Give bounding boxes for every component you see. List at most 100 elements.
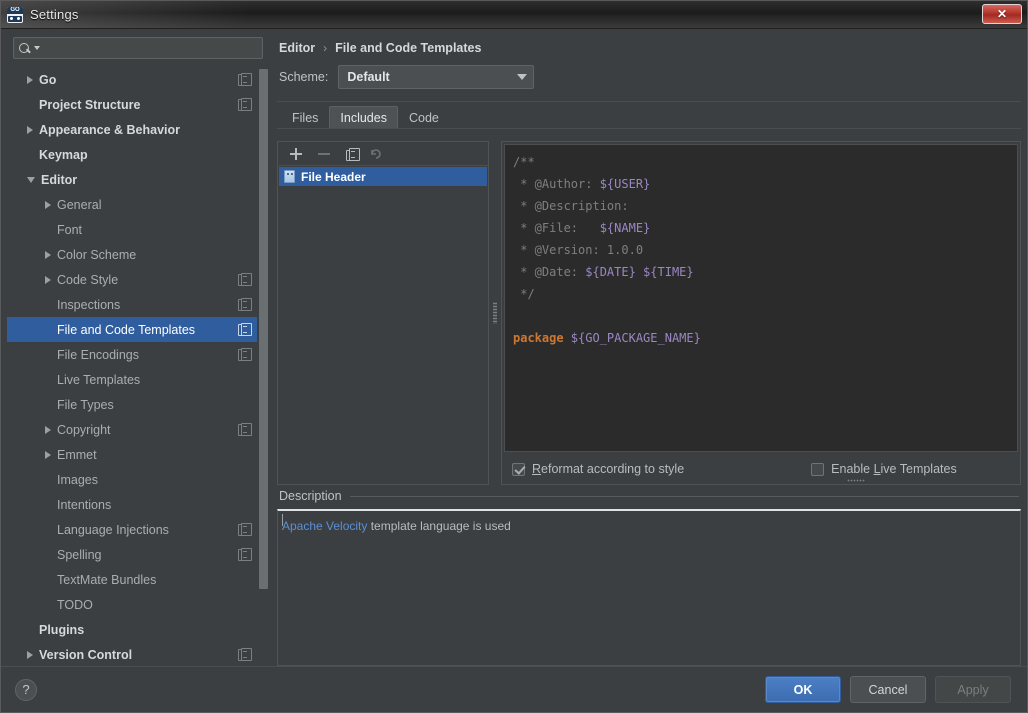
chevron-down-icon[interactable] — [27, 176, 35, 183]
sidebar-item-editor[interactable]: Editor — [7, 167, 257, 192]
code-token-comment: * @File: — [513, 221, 600, 235]
sidebar-item-font[interactable]: Font — [7, 217, 257, 242]
code-token-comment: /** — [513, 155, 535, 169]
chevron-right-icon[interactable] — [45, 450, 51, 459]
sidebar-item-spelling[interactable]: Spelling — [7, 542, 257, 567]
template-options-row: Reformat according to style Enable Live … — [502, 454, 1020, 484]
sidebar-item-todo[interactable]: TODO — [7, 592, 257, 617]
breadcrumb-current: File and Code Templates — [335, 41, 482, 55]
sidebar-item-label: File and Code Templates — [57, 322, 196, 337]
help-button[interactable]: ? — [15, 678, 37, 701]
scheme-value: Default — [347, 70, 390, 84]
copy-settings-icon[interactable] — [238, 272, 252, 286]
sidebar-item-file-encodings[interactable]: File Encodings — [7, 342, 257, 367]
breadcrumb: Editor › File and Code Templates — [277, 35, 1021, 65]
sidebar-item-label: Font — [57, 222, 83, 237]
list-item[interactable]: File Header — [279, 167, 487, 186]
sidebar-item-label: Editor — [41, 172, 78, 187]
pane-splitter[interactable] — [489, 141, 501, 485]
add-template-button[interactable] — [288, 146, 304, 162]
close-icon[interactable]: ✕ — [982, 4, 1022, 24]
chevron-right-icon[interactable] — [45, 275, 51, 284]
search-input[interactable] — [40, 41, 257, 55]
sidebar-item-textmate-bundles[interactable]: TextMate Bundles — [7, 567, 257, 592]
description-editor[interactable]: Apache Velocity template language is use… — [277, 509, 1021, 666]
sidebar-item-code-style[interactable]: Code Style — [7, 267, 257, 292]
sidebar-item-color-scheme[interactable]: Color Scheme — [7, 242, 257, 267]
sidebar-item-general[interactable]: General — [7, 192, 257, 217]
template-code-editor[interactable]: /** * @Author: ${USER} * @Description: *… — [504, 144, 1018, 452]
copy-template-button[interactable] — [346, 147, 360, 161]
sidebar-item-live-templates[interactable]: Live Templates — [7, 367, 257, 392]
search-field[interactable] — [13, 37, 263, 59]
sidebar-item-appearance-behavior[interactable]: Appearance & Behavior — [7, 117, 257, 142]
chevron-right-icon[interactable] — [27, 650, 33, 659]
copy-settings-icon[interactable] — [238, 522, 252, 536]
scheme-select[interactable]: Default — [338, 65, 535, 89]
code-line: * @File: ${NAME} — [513, 217, 1009, 239]
sidebar-item-intentions[interactable]: Intentions — [7, 492, 257, 517]
dialog-body: Go Project Structure Appearance & Behavior… — [1, 29, 1027, 666]
sidebar-item-images[interactable]: Images — [7, 467, 257, 492]
sidebar-item-file-types[interactable]: File Types — [7, 392, 257, 417]
tab-files[interactable]: Files — [281, 106, 329, 128]
copy-settings-icon[interactable] — [238, 322, 252, 336]
cancel-button[interactable]: Cancel — [850, 676, 926, 703]
code-line: package ${GO_PACKAGE_NAME} — [513, 327, 1009, 349]
remove-template-button[interactable] — [316, 146, 332, 162]
sidebar-scrollbar[interactable] — [258, 67, 269, 666]
template-category-tabs: Files Includes Code — [277, 105, 1021, 129]
templates-workspace: File Header /** * @Author: ${USER} * @De… — [277, 129, 1021, 485]
live-templates-dots-icon — [847, 479, 866, 482]
code-token-comment: */ — [513, 287, 535, 301]
apache-velocity-link[interactable]: Apache Velocity — [282, 519, 367, 533]
chevron-right-icon[interactable] — [45, 250, 51, 259]
code-token-kw: package — [513, 331, 571, 345]
tab-includes[interactable]: Includes — [329, 106, 398, 128]
copy-settings-icon[interactable] — [238, 347, 252, 361]
chevron-right-icon[interactable] — [45, 425, 51, 434]
copy-settings-icon[interactable] — [238, 422, 252, 436]
sidebar-item-copyright[interactable]: Copyright — [7, 417, 257, 442]
sidebar-item-project-structure[interactable]: Project Structure — [7, 92, 257, 117]
description-text: template language is used — [367, 519, 511, 533]
copy-settings-icon[interactable] — [238, 547, 252, 561]
copy-settings-icon[interactable] — [238, 647, 252, 661]
copy-settings-icon[interactable] — [238, 97, 252, 111]
sidebar-item-label: Emmet — [57, 447, 97, 462]
chevron-right-icon[interactable] — [45, 200, 51, 209]
sidebar-item-emmet[interactable]: Emmet — [7, 442, 257, 467]
breadcrumb-parent[interactable]: Editor — [279, 41, 315, 55]
template-list: File Header — [278, 166, 488, 484]
sidebar-item-label: General — [57, 197, 102, 212]
sidebar-item-label: Intentions — [57, 497, 112, 512]
sidebar-scrollbar-thumb[interactable] — [259, 69, 268, 589]
sidebar-item-label: File Types — [57, 397, 114, 412]
sidebar-item-version-control[interactable]: Version Control — [7, 642, 257, 666]
code-token-comment: * @Author: — [513, 177, 600, 191]
enable-live-templates-checkbox[interactable]: Enable Live Templates — [811, 462, 957, 482]
copy-settings-icon[interactable] — [238, 297, 252, 311]
sidebar-item-plugins[interactable]: Plugins — [7, 617, 257, 642]
splitter-grip-icon — [493, 302, 497, 324]
ok-button[interactable]: OK — [765, 676, 841, 703]
tabs-container: Files Includes Code — [277, 101, 1021, 129]
tab-code[interactable]: Code — [398, 106, 450, 128]
sidebar-item-go[interactable]: Go — [7, 67, 257, 92]
sidebar-item-file-and-code-templates[interactable]: File and Code Templates — [7, 317, 257, 342]
chevron-right-icon[interactable] — [27, 125, 33, 134]
sidebar-item-keymap[interactable]: Keymap — [7, 142, 257, 167]
template-list-toolbar — [278, 142, 488, 166]
settings-dialog: GO Settings ✕ Go Project Structure Appeara… — [0, 0, 1028, 713]
copy-settings-icon[interactable] — [238, 72, 252, 86]
chevron-right-icon[interactable] — [27, 75, 33, 84]
sidebar-item-language-injections[interactable]: Language Injections — [7, 517, 257, 542]
code-line: /** — [513, 151, 1009, 173]
reformat-according-to-style-checkbox[interactable]: Reformat according to style — [512, 462, 684, 476]
list-item-label: File Header — [301, 169, 366, 184]
reset-template-button[interactable] — [368, 146, 384, 162]
sidebar-item-inspections[interactable]: Inspections — [7, 292, 257, 317]
apply-button[interactable]: Apply — [935, 676, 1011, 703]
chevron-down-icon — [517, 74, 528, 80]
settings-detail-panel: Editor › File and Code Templates Scheme:… — [269, 35, 1021, 666]
